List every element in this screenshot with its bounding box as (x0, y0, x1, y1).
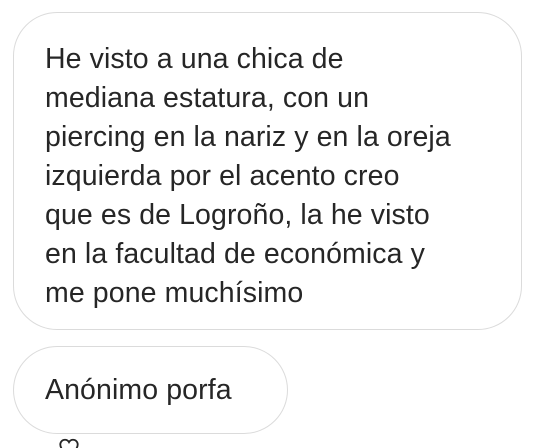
message-bubble[interactable]: He visto a una chica de mediana estatura… (13, 12, 522, 330)
message-bubble[interactable]: Anónimo porfa (13, 346, 288, 434)
message-text: He visto a una chica de mediana estatura… (45, 43, 451, 309)
heart-outline-icon[interactable] (58, 437, 80, 448)
message-text: Anónimo porfa (45, 373, 232, 406)
